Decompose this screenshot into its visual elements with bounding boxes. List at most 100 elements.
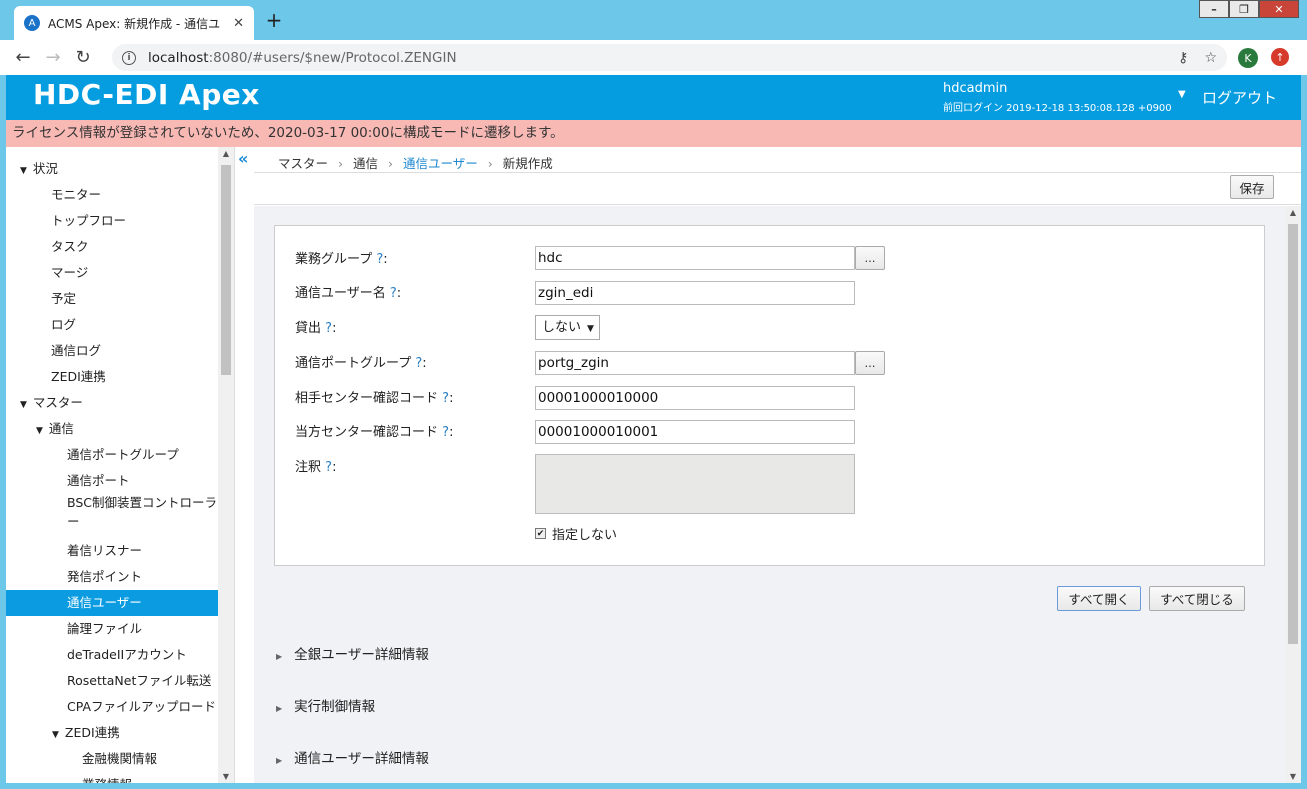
collapse-all-button[interactable]: すべて閉じる [1149,586,1245,611]
content-area: 業務グループ ?: hdc … 通信ユーザー名 ?: zgin_edi 貸出 ?… [254,206,1285,783]
section-execution-control[interactable]: ▶ 実行制御情報 [276,695,375,715]
url-text: localhost:8080/#users/$new/Protocol.ZENG… [148,50,457,66]
section-zengin-user-details[interactable]: ▶ 全銀ユーザー詳細情報 [276,643,429,663]
breadcrumb-comm[interactable]: 通信 [353,156,378,171]
browser-tab[interactable]: A ACMS Apex: 新規作成 - 通信ユ ✕ [14,6,254,40]
sidebar-item-merge[interactable]: マージ [51,260,88,286]
sidebar-item-master[interactable]: ▼ マスター [20,390,83,416]
back-arrow-icon[interactable]: ← [8,47,38,68]
scroll-down-icon[interactable]: ▼ [1285,772,1301,781]
sidebar-item-zedi-link[interactable]: ▼ ZEDI連携 [52,720,120,746]
sidebar-item-top-flow[interactable]: トップフロー [51,208,126,234]
caret-down-icon: ▼ [20,400,27,410]
collapse-sidebar-icon[interactable]: « [238,149,248,168]
sidebar-item-comm-log[interactable]: 通信ログ [51,338,101,364]
chevron-right-icon: › [487,156,493,171]
user-menu[interactable]: hdcadmin 前回ログイン 2019-12-18 13:50:08.128 … [943,81,1172,114]
sidebar-item-rosettanet[interactable]: RosettaNetファイル転送 [67,668,211,694]
sidebar-item-schedule[interactable]: 予定 [51,286,76,312]
expand-triangle-icon: ▶ [276,652,283,661]
main-scrollbar[interactable]: ▲ ▼ [1285,206,1301,783]
sidebar-item-business[interactable]: 業務情報 [82,772,132,783]
bookmark-star-icon[interactable]: ☆ [1204,50,1217,66]
field-label-note: 注釈 ?: [295,456,336,475]
partner-center-code-input[interactable]: 00001000010000 [535,386,855,410]
field-label-text: 通信ポートグループ [295,356,412,371]
chevron-right-icon: › [338,156,344,171]
field-colon: : [396,286,402,301]
note-textarea[interactable] [535,454,855,514]
comm-user-name-input[interactable]: zgin_edi [535,281,855,305]
sidebar-item-bank[interactable]: 金融機関情報 [82,746,157,772]
sidebar-item-log[interactable]: ログ [51,312,76,338]
address-bar[interactable]: i localhost:8080/#users/$new/Protocol.ZE… [112,44,1227,71]
sidebar-item-bsc-cont[interactable]: ー [67,513,80,531]
update-icon[interactable]: ↑ [1271,48,1289,66]
key-icon[interactable]: ⚷ [1178,50,1188,66]
business-group-input[interactable]: hdc [535,246,855,270]
maximize-button[interactable]: ❐ [1229,0,1259,18]
close-tab-icon[interactable]: ✕ [233,16,244,31]
sidebar-scrollbar[interactable]: ▲ ▼ [218,147,234,783]
sidebar-item-zedi[interactable]: ZEDI連携 [51,364,106,390]
sidebar-item-logical-file[interactable]: 論理ファイル [67,616,142,642]
sidebar-scroll-thumb[interactable] [221,165,231,375]
browser-toolbar: ← → ↻ i localhost:8080/#users/$new/Proto… [0,40,1307,75]
sidebar-item-comm[interactable]: ▼ 通信 [36,416,74,442]
sidebar-item-status[interactable]: ▼ 状況 [20,156,58,182]
sidebar-toggle[interactable]: « [234,147,254,783]
last-login: 前回ログイン 2019-12-18 13:50:08.128 +0900 [943,103,1172,114]
port-group-browse-button[interactable]: … [855,351,885,375]
sidebar-item-cpa[interactable]: CPAファイルアップロード [67,694,216,720]
field-label-partner-code: 相手センター確認コード ?: [295,387,453,406]
business-group-browse-button[interactable]: … [855,246,885,270]
close-window-button[interactable]: ✕ [1259,0,1299,18]
lending-select[interactable]: しない ▼ [535,315,600,340]
no-note-checkbox-row[interactable]: ✔ 指定しない [535,524,617,543]
breadcrumb-comm-user[interactable]: 通信ユーザー [403,156,478,171]
field-label-comm-user-name: 通信ユーザー名 ?: [295,282,401,301]
breadcrumb-current: 新規作成 [502,156,553,171]
minimize-button[interactable]: – [1199,0,1229,18]
reload-icon[interactable]: ↻ [68,47,98,68]
profile-avatar[interactable]: K [1238,48,1258,68]
no-note-checkbox[interactable]: ✔ [535,528,546,539]
caret-down-icon: ▼ [20,166,27,176]
sidebar-item-task[interactable]: タスク [51,234,89,260]
forward-arrow-icon[interactable]: → [38,47,68,68]
main-scroll-thumb[interactable] [1288,224,1298,644]
own-center-code-input[interactable]: 00001000010001 [535,420,855,444]
app-header: HDC-EDI Apex hdcadmin 前回ログイン 2019-12-18 … [6,75,1301,120]
section-title: 実行制御情報 [294,699,376,715]
help-icon[interactable]: ? [390,286,397,301]
expand-all-button[interactable]: すべて開く [1057,586,1141,611]
new-tab-button[interactable]: + [262,8,286,32]
sidebar-item-label: 状況 [32,161,58,176]
sidebar-item-listener[interactable]: 着信リスナー [67,538,142,564]
save-button[interactable]: 保存 [1230,175,1274,199]
scroll-down-icon[interactable]: ▼ [218,772,234,781]
page-toolbar: 保存 [254,172,1301,205]
dropdown-arrow-icon: ▼ [587,324,594,334]
username: hdcadmin [943,81,1008,96]
info-icon[interactable]: i [122,50,136,65]
browser-titlebar: A ACMS Apex: 新規作成 - 通信ユ ✕ + – ❐ ✕ [0,0,1307,40]
breadcrumb-master[interactable]: マスター [278,156,328,171]
section-comm-user-details[interactable]: ▶ 通信ユーザー詳細情報 [276,747,429,767]
sidebar-item-label: ZEDI連携 [64,725,120,740]
sidebar-item-comm-user[interactable]: 通信ユーザー [6,590,218,616]
chevron-right-icon: › [388,156,394,171]
sidebar-item-monitor[interactable]: モニター [51,182,101,208]
sidebar-item-port[interactable]: 通信ポート [67,468,130,494]
sidebar-item-bsc[interactable]: BSC制御装置コントローラ [67,494,217,512]
caret-down-icon[interactable]: ▼ [1178,89,1186,100]
sidebar-item-port-group[interactable]: 通信ポートグループ [67,442,179,468]
scroll-up-icon[interactable]: ▲ [1285,208,1301,217]
port-group-input[interactable]: portg_zgin [535,351,855,375]
sidebar-item-detrade[interactable]: deTradeIIアカウント [67,642,187,668]
sidebar-item-outgoing[interactable]: 発信ポイント [67,564,142,590]
tab-title: ACMS Apex: 新規作成 - 通信ユ [48,16,221,31]
scroll-up-icon[interactable]: ▲ [218,149,234,158]
app-favicon-icon: A [24,15,40,31]
logout-link[interactable]: ログアウト [1202,87,1277,108]
